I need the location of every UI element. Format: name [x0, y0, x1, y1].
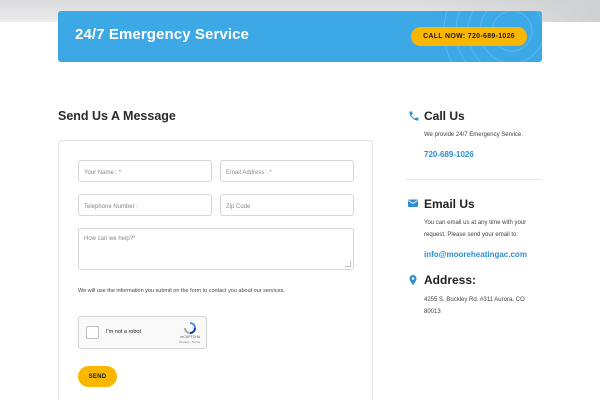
message-textarea[interactable]: How can we help?*	[78, 228, 354, 270]
zip-input[interactable]: Zip Code	[220, 194, 354, 216]
call-us-title: Call Us	[424, 109, 465, 123]
email-us-text-2: request. Please send your email to:	[424, 232, 519, 238]
captcha-checkbox[interactable]	[86, 326, 99, 339]
email-input[interactable]: Email Address : *	[220, 160, 354, 182]
recaptcha-logo-icon	[184, 322, 196, 334]
call-us-text: We provide 24/7 Emergency Service.	[424, 132, 523, 138]
phone-input[interactable]: Telephone Number :	[78, 194, 212, 216]
email-link[interactable]: info@mooreheatingac.com	[424, 250, 527, 259]
emergency-banner: 24/7 Emergency Service CALL NOW: 720-689…	[58, 11, 542, 62]
address-title: Address:	[424, 273, 477, 287]
recaptcha-brand: reCAPTCHA	[180, 335, 200, 339]
recaptcha-widget: I'm not a robot reCAPTCHA Privacy - Term…	[78, 316, 207, 349]
message-placeholder: How can we help?*	[84, 236, 136, 242]
banner-title: 24/7 Emergency Service	[75, 26, 249, 43]
privacy-disclaimer: We will use the information you submit o…	[78, 288, 285, 294]
send-button[interactable]: SEND	[78, 366, 117, 387]
captcha-label: I'm not a robot	[106, 329, 141, 335]
name-input[interactable]: Your Name : *	[78, 160, 212, 182]
recaptcha-terms[interactable]: Privacy - Terms	[179, 340, 200, 344]
phone-link[interactable]: 720-689-1026	[424, 150, 474, 159]
email-us-text-1: You can email us at any time with your	[424, 220, 527, 226]
phone-icon	[409, 111, 419, 121]
contact-divider	[406, 179, 542, 180]
address-line-2: 80013	[424, 309, 441, 315]
email-us-title: Email Us	[424, 197, 475, 211]
envelope-icon	[408, 199, 418, 207]
address-line-1: 4255 S. Buckley Rd. #311 Aurora, CO	[424, 297, 525, 303]
form-heading: Send Us A Message	[58, 109, 176, 123]
map-pin-icon	[409, 275, 417, 285]
resize-handle-icon[interactable]	[345, 261, 351, 267]
call-now-button[interactable]: CALL NOW: 720-689-1026	[411, 27, 527, 46]
